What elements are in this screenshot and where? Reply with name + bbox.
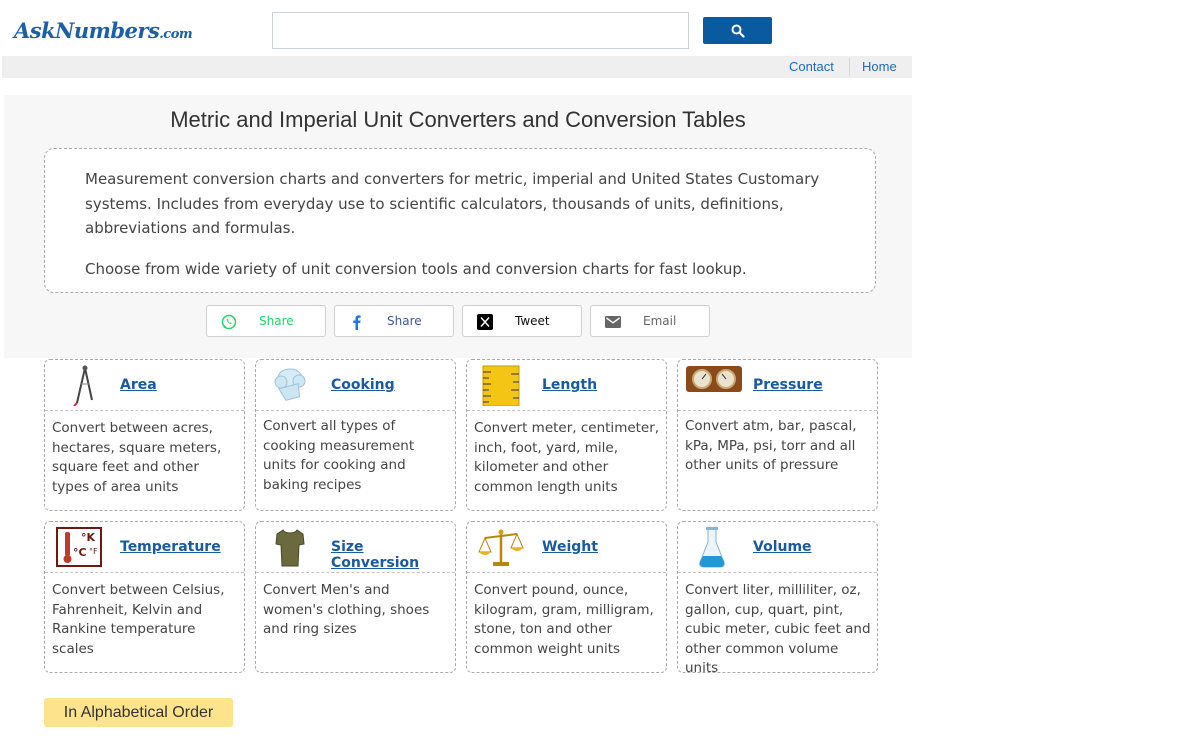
area-description: Convert between acres, hectares, square … xyxy=(52,420,222,495)
envelope-icon xyxy=(605,316,621,328)
svg-text:°F: °F xyxy=(89,547,98,556)
x-tweet-label: Tweet xyxy=(515,314,550,328)
site-logo[interactable]: AskNumbers.com xyxy=(14,18,193,43)
temperature-description: Convert between Celsius, Fahrenheit, Kel… xyxy=(52,582,225,657)
cooking-link[interactable]: Cooking xyxy=(331,377,395,393)
whatsapp-share-label: Share xyxy=(259,314,294,328)
scale-icon xyxy=(478,529,524,566)
facebook-icon xyxy=(353,315,361,330)
thermometer-icon: °K °C °F xyxy=(56,527,102,567)
alphabetical-order-button[interactable]: In Alphabetical Order xyxy=(44,698,233,727)
area-link[interactable]: Area xyxy=(120,377,157,393)
logo-main: AskNumbers xyxy=(14,18,160,43)
size-conversion-description: Convert Men's and women's clothing, shoe… xyxy=(263,582,430,637)
card-header: °K °C °F Temperature xyxy=(45,522,244,573)
search-icon xyxy=(731,24,745,38)
search-button[interactable] xyxy=(703,17,772,44)
whatsapp-share-button[interactable]: Share xyxy=(206,305,326,337)
email-share-button[interactable]: Email xyxy=(590,305,710,337)
category-card-weight: Weight Convert pound, ounce, kilogram, g… xyxy=(466,521,667,673)
intro-paragraph-lookup: Choose from wide variety of unit convers… xyxy=(85,259,747,278)
svg-text:°C: °C xyxy=(73,546,87,559)
page-title: Metric and Imperial Unit Converters and … xyxy=(170,107,746,132)
pressure-description: Convert atm, bar, pascal, kPa, MPa, psi,… xyxy=(685,418,857,473)
email-share-label: Email xyxy=(643,314,677,328)
ruler-icon xyxy=(482,365,520,406)
tshirt-icon xyxy=(275,529,305,567)
category-card-area: Area Convert between acres, hectares, sq… xyxy=(44,359,245,511)
x-tweet-button[interactable]: Tweet xyxy=(462,305,582,337)
category-card-volume: Volume Convert liter, milliliter, oz, ga… xyxy=(677,521,878,676)
category-card-size-conversion: Size Conversion Convert Men's and women'… xyxy=(255,521,456,673)
svg-text:°K: °K xyxy=(81,531,96,544)
category-card-length: Length Convert meter, centimeter, inch, … xyxy=(466,359,667,511)
weight-description: Convert pound, ounce, kilogram, gram, mi… xyxy=(474,582,654,657)
card-header: Length xyxy=(467,360,666,411)
nav-contact-link[interactable]: Contact xyxy=(789,56,834,78)
chef-hat-icon xyxy=(274,368,306,401)
x-logo-icon xyxy=(477,314,493,330)
card-header: Pressure xyxy=(678,360,877,411)
pressure-gauge-icon xyxy=(686,366,742,392)
card-header: Weight xyxy=(467,522,666,573)
hero-section: Metric and Imperial Unit Converters and … xyxy=(4,95,912,358)
intro-box: Measurement conversion charts and conver… xyxy=(44,148,876,293)
flask-icon xyxy=(699,527,725,568)
category-card-cooking: Cooking Convert all types of cooking mea… xyxy=(255,359,456,511)
card-header: Area xyxy=(45,360,244,411)
card-header: Size Conversion xyxy=(256,522,455,573)
size-conversion-link[interactable]: Size Conversion xyxy=(331,539,455,571)
cooking-description: Convert all types of cooking measurement… xyxy=(263,418,415,493)
compass-icon xyxy=(73,365,93,406)
length-description: Convert meter, centimeter, inch, foot, y… xyxy=(474,420,660,495)
weight-link[interactable]: Weight xyxy=(542,539,598,555)
facebook-share-label: Share xyxy=(387,314,422,328)
category-card-temperature: °K °C °F Temperature Convert between Cel… xyxy=(44,521,245,673)
volume-description: Convert liter, milliliter, oz, gallon, c… xyxy=(685,582,871,676)
category-card-pressure: Pressure Convert atm, bar, pascal, kPa, … xyxy=(677,359,878,511)
length-link[interactable]: Length xyxy=(542,377,597,393)
intro-paragraph: Measurement conversion charts and conver… xyxy=(85,170,820,237)
whatsapp-icon xyxy=(221,314,237,330)
card-header: Volume xyxy=(678,522,877,573)
nav-divider xyxy=(849,58,850,76)
volume-link[interactable]: Volume xyxy=(753,539,812,555)
facebook-share-button[interactable]: Share xyxy=(334,305,454,337)
temperature-link[interactable]: Temperature xyxy=(120,539,221,555)
logo-tld: .com xyxy=(159,27,193,42)
search-input[interactable] xyxy=(272,12,689,49)
top-navbar: Contact Home xyxy=(2,56,912,78)
pressure-link[interactable]: Pressure xyxy=(753,377,823,393)
nav-home-link[interactable]: Home xyxy=(862,56,897,78)
card-header: Cooking xyxy=(256,360,455,411)
